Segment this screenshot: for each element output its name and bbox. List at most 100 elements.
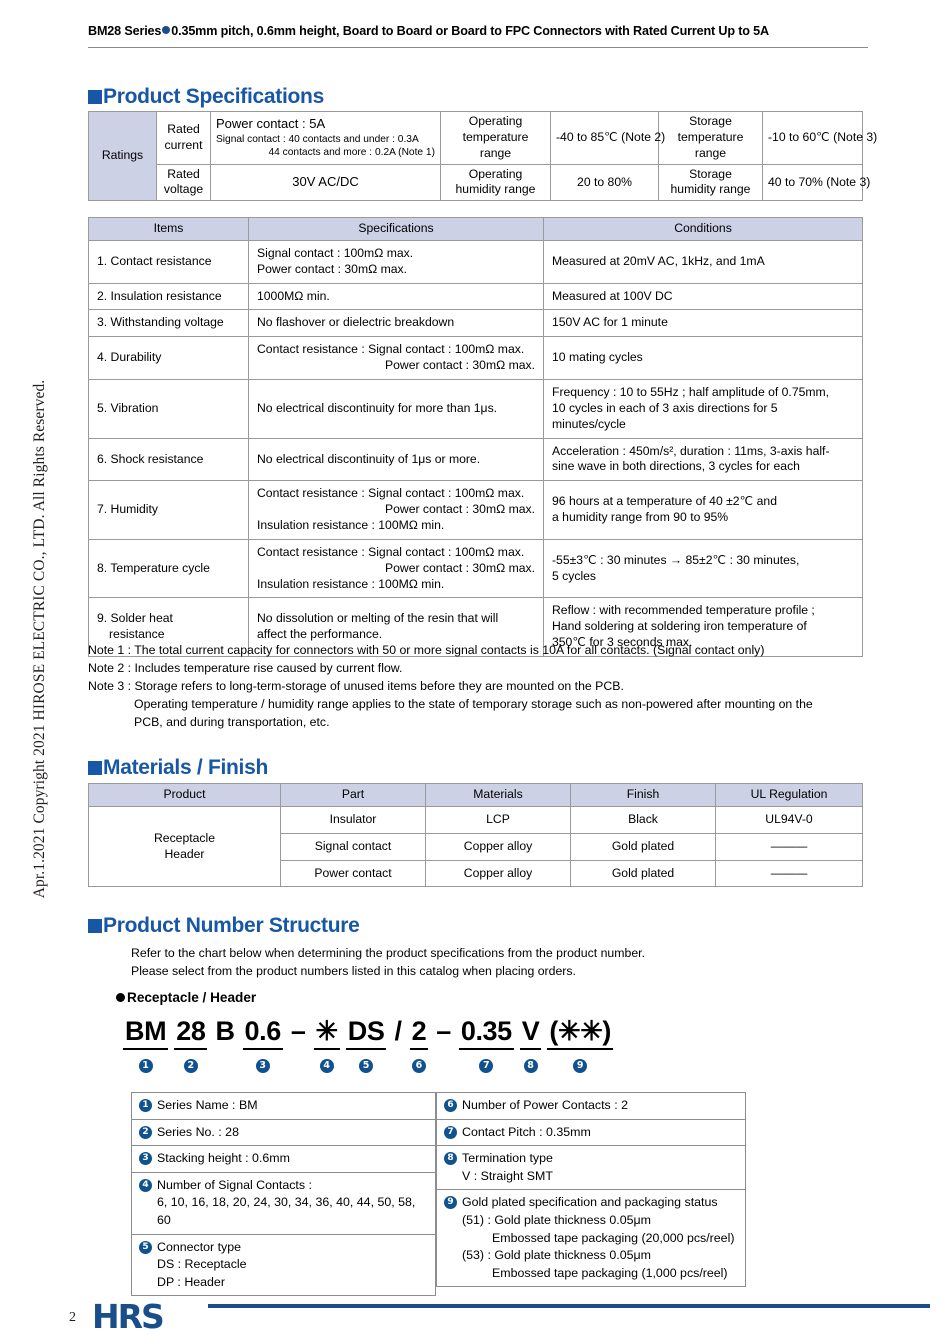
spec-condition-cell: 150V AC for 1 minute — [543, 309, 863, 338]
marker-circle-icon: 6 — [411, 1058, 426, 1073]
part-number-diagram: BM 1 28 2 B 0.6 3– ✳ 4 DS 5/2 6–0.35 7 V 8 (✳✳) 9 — [120, 1018, 616, 1073]
operating-temperature-label: Operating temperature range — [440, 111, 551, 165]
finish-cell: Black — [570, 805, 716, 834]
part-cell: Power contact — [280, 859, 426, 888]
section-heading-label: Materials / Finish — [103, 756, 268, 779]
ul-regulation-cell: UL94V-0 — [715, 805, 863, 834]
part-number-segment: 28 2 — [174, 1018, 208, 1073]
condition-line: Acceleration : 450m/s², duration : 11ms,… — [552, 443, 830, 458]
section-heading-materials-finish: Materials / Finish — [88, 756, 268, 780]
legend-first-line: 6 Number of Power Contacts : 2 — [444, 1097, 738, 1115]
part-number-segment: DS 5 — [345, 1018, 387, 1073]
column-header-product: Product — [88, 783, 281, 807]
condition-line: Measured at 100V DC — [552, 288, 673, 303]
part-number-segment-text: 2 — [409, 1018, 429, 1050]
spec-line: Signal contact : 100mΩ max. — [257, 245, 414, 260]
legend-item-row: 7 Contact Pitch : 0.35mm — [436, 1118, 746, 1147]
part-number-marker: 8 — [523, 1055, 538, 1073]
product-cell: Receptacle Header — [88, 805, 281, 888]
legend-cell: 7 Contact Pitch : 0.35mm — [436, 1118, 746, 1147]
part-number-marker: 1 — [138, 1055, 153, 1073]
legend-first-line: 1 Series Name : BM — [139, 1097, 428, 1115]
legend-cell: 2 Series No. : 28 — [131, 1118, 436, 1147]
part-number-segment: 26 — [409, 1018, 429, 1073]
legend-first-line: 4 Number of Signal Contacts : — [139, 1177, 428, 1195]
finish-cell: Gold plated — [570, 859, 716, 888]
spec-condition-cell: 96 hours at a temperature of 40 ±2℃ and a… — [543, 480, 863, 540]
legend-item-row: 2 Series No. : 28 — [131, 1118, 436, 1147]
legend-cell: 4 Number of Signal Contacts : 6, 10, 16, 1… — [131, 1171, 436, 1235]
legend-column-right: 6 Number of Power Contacts : 2 7 Contact Pi… — [436, 1092, 746, 1296]
legend-item-row: 8 Termination type V : Straight SMT — [436, 1145, 746, 1191]
ratings-label-cell: Ratings — [88, 110, 157, 202]
spec-line: Power contact : 30mΩ max. — [385, 560, 535, 575]
table-row: Ratings Rated current Power contact : 5A… — [88, 110, 877, 202]
part-number-segment: – — [434, 1018, 453, 1048]
column-header-finish: Finish — [570, 783, 716, 807]
legend-text: DS : Receptacle — [157, 1257, 247, 1272]
spec-item-cell: 2. Insulation resistance — [88, 282, 249, 311]
spec-specification-cell: Signal contact : 100mΩ max. Power contact… — [248, 239, 544, 284]
condition-line: Measured at 20mV AC, 1kHz, and 1mA — [552, 253, 765, 268]
sidebar-copyright: Apr.1.2021 Copyright 2021 HIROSE ELECTRI… — [0, 0, 88, 1344]
ul-regulation-cell: ——— — [715, 832, 863, 861]
storage-temperature-label: Storage temperature range — [658, 111, 763, 165]
marker-circle-icon: 3 — [139, 1152, 152, 1166]
table-row: 7. Humidity Contact resistance : Signal c… — [88, 480, 863, 540]
section-heading-product-specifications: Product Specifications — [88, 85, 324, 109]
spec-specification-cell: No electrical discontinuity for more tha… — [248, 379, 544, 439]
spec-condition-cell: Frequency : 10 to 55Hz ; half amplitude … — [543, 379, 863, 439]
spec-line: Power contact : 30mΩ max. — [385, 502, 535, 517]
page-number: 2 — [69, 1310, 76, 1325]
table-row: 4. Durability Contact resistance : Signal… — [88, 336, 863, 381]
rated-current-value: Power contact : 5A Signal contact : 40 c… — [210, 111, 441, 165]
column-header-specifications: Specifications — [248, 217, 544, 241]
part-number-marker: 9 — [573, 1055, 588, 1073]
part-number-segment: V8 — [519, 1018, 542, 1073]
legend-cell: 1 Series Name : BM — [131, 1092, 436, 1120]
square-bullet-icon — [88, 761, 102, 775]
part-number-segment: / — [392, 1018, 403, 1048]
condition-line: 150V AC for 1 minute — [552, 315, 668, 330]
marker-circle-icon: 5 — [359, 1058, 374, 1073]
legend-text: (53) : Gold plate thickness 0.05μm — [462, 1248, 651, 1263]
table-row: 5. Vibration No electrical discontinuity … — [88, 379, 863, 439]
note-line: PCB, and during transportation, etc. — [134, 715, 330, 730]
part-number-segment: B — [213, 1018, 236, 1048]
spec-specification-cell: No flashover or dielectric breakdown — [248, 309, 544, 338]
legend-text: Contact Pitch : 0.35mm — [462, 1124, 591, 1139]
table-row: 1. Contact resistance Signal contact : 10… — [88, 239, 863, 284]
part-number-marker: 7 — [479, 1055, 494, 1073]
part-number-marker: 5 — [359, 1055, 374, 1073]
square-bullet-icon — [88, 90, 102, 104]
part-number-marker: 3 — [255, 1055, 270, 1073]
spec-item-line: 9. Solder heat — [97, 611, 173, 626]
note-line: Note 3 : Storage refers to long-term-sto… — [88, 679, 624, 694]
legend-row: 1 Series Name : BM 2 Series No. : 28 3 Stacki… — [131, 1092, 746, 1297]
legend-cell: 8 Termination type V : Straight SMT — [436, 1145, 746, 1191]
table-header-row: Items Specifications Conditions — [88, 217, 863, 241]
spec-condition-cell: Acceleration : 450m/s², duration : 11ms,… — [543, 437, 863, 482]
spec-item-cell: 5. Vibration — [88, 379, 249, 439]
part-number-segment: 0.35 7 — [458, 1018, 514, 1073]
marker-circle-icon: 1 — [138, 1058, 153, 1073]
legend-text: 6, 10, 16, 18, 20, 24, 30, 34, 36, 40, 4… — [157, 1195, 416, 1228]
part-number-marker: 4 — [319, 1055, 334, 1073]
spec-line: No flashover or dielectric breakdown — [257, 315, 455, 330]
part-number-segment: BM 1 — [123, 1018, 169, 1073]
page-title-desc: 0.35mm pitch, 0.6mm height, Board to Boa… — [171, 24, 769, 38]
spec-specification-cell: Contact resistance : Signal contact : 10… — [248, 480, 544, 540]
materials-cell: LCP — [425, 805, 571, 834]
part-number-marker: 6 — [411, 1055, 426, 1073]
materials-cell: Copper alloy — [425, 859, 571, 888]
condition-line: Hand soldering at soldering iron tempera… — [552, 619, 807, 634]
condition-line: Frequency : 10 to 55Hz ; half amplitude … — [552, 385, 830, 400]
legend-text: (51) : Gold plate thickness 0.05μm — [462, 1213, 651, 1228]
copyright-text: Apr.1.2021 Copyright 2021 HIROSE ELECTRI… — [31, 379, 48, 899]
part-number-segment-text: DS — [345, 1018, 387, 1050]
spec-line: Contact resistance : Signal contact : 10… — [257, 486, 525, 501]
spec-line: Insulation resistance : 100MΩ min. — [257, 518, 445, 533]
hrs-logo: HRS — [92, 1297, 165, 1336]
spec-condition-cell: Measured at 20mV AC, 1kHz, and 1mA — [543, 239, 863, 284]
part-number-segment-text: ✳ — [313, 1018, 340, 1050]
